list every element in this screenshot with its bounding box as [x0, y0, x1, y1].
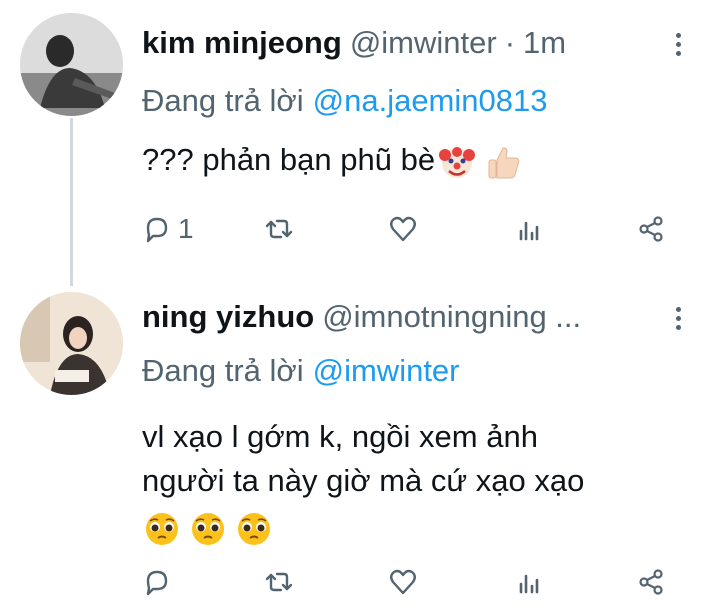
tweet-actions [136, 562, 676, 602]
clown-face-icon [439, 146, 476, 178]
like-button[interactable] [388, 562, 418, 602]
thumbs-up-icon [488, 147, 520, 179]
emoji-row [142, 505, 680, 549]
user-name[interactable]: ning yizhuo [142, 299, 314, 334]
retweet-icon [265, 219, 293, 239]
tweet-text: vl xạo l gớm k, ngồi xem ảnh người ta nà… [142, 415, 680, 549]
tweet-text-line: người ta này giờ mà cứ xạo xạo [142, 463, 585, 498]
replying-to: Đang trả lời @na.jaemin0813 [142, 82, 547, 120]
tweet-header: ning yizhuo @imnotningning ... [142, 298, 660, 336]
reply-button[interactable] [142, 562, 172, 602]
views-button[interactable] [514, 562, 544, 602]
separator: · [504, 25, 516, 60]
pleading-face-icon [146, 512, 178, 545]
views-icon [519, 221, 539, 241]
replying-to-label: Đang trả lời [142, 353, 304, 388]
reply-button[interactable]: 1 [142, 209, 194, 249]
tweet-actions: 1 [136, 209, 676, 249]
share-button[interactable] [636, 209, 666, 249]
pleading-face-icon [192, 512, 224, 545]
views-icon [519, 574, 539, 594]
tweet-text-content: ??? phản bạn phũ bè [142, 142, 436, 177]
more-icon[interactable] [668, 26, 688, 62]
mention-link[interactable]: @imwinter [313, 353, 460, 388]
mention-link[interactable]: @na.jaemin0813 [313, 83, 548, 118]
like-icon [390, 216, 416, 242]
views-button[interactable] [514, 209, 544, 249]
pleading-face-icon [238, 512, 270, 545]
avatar[interactable] [20, 13, 123, 116]
user-name[interactable]: kim minjeong [142, 25, 342, 60]
tweet[interactable]: kim minjeong @imwinter · 1m Đang trả lời @na… [0, 0, 720, 290]
share-icon [639, 569, 663, 595]
tweet[interactable]: ning yizhuo @imnotningning ... Đang trả l… [0, 290, 720, 611]
retweet-icon [265, 572, 293, 592]
like-icon [390, 569, 416, 595]
retweet-button[interactable] [264, 562, 294, 602]
reply-icon [146, 217, 168, 243]
avatar[interactable] [20, 292, 123, 395]
user-handle[interactable]: @imwinter [350, 25, 497, 60]
share-button[interactable] [636, 562, 666, 602]
share-icon [639, 216, 663, 242]
reply-icon [146, 570, 168, 596]
tweet-text: ??? phản bạn phũ bè [142, 138, 680, 182]
tweet-text-line: vl xạo l gớm k, ngồi xem ảnh [142, 419, 538, 454]
replying-to: Đang trả lời @imwinter [142, 352, 460, 390]
reply-count: 1 [178, 213, 194, 244]
user-handle[interactable]: @imnotningning ... [322, 299, 581, 334]
replying-to-label: Đang trả lời [142, 83, 304, 118]
more-icon[interactable] [668, 300, 688, 336]
tweet-header: kim minjeong @imwinter · 1m [142, 24, 660, 62]
like-button[interactable] [388, 209, 418, 249]
timestamp[interactable]: 1m [523, 25, 566, 60]
retweet-button[interactable] [264, 209, 294, 249]
